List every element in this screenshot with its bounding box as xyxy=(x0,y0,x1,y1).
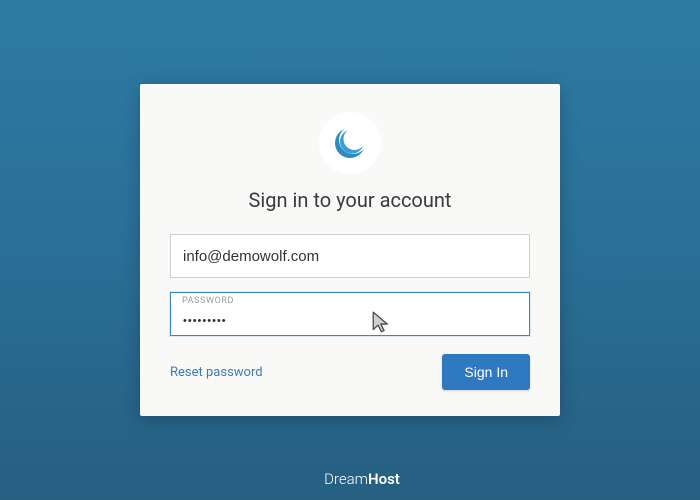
brand-name: DreamHost xyxy=(324,470,400,488)
actions-row: Reset password Sign In xyxy=(170,354,530,390)
signin-button[interactable]: Sign In xyxy=(442,354,530,390)
footer-brand: DreamHost xyxy=(0,470,700,488)
reset-password-link[interactable]: Reset password xyxy=(170,365,263,380)
crescent-icon xyxy=(332,125,368,161)
password-label: PASSWORD xyxy=(182,296,234,306)
page-title: Sign in to your account xyxy=(249,188,452,212)
brand-logo xyxy=(319,112,381,174)
crescent-icon xyxy=(300,470,318,488)
password-field-wrapper: PASSWORD xyxy=(170,292,530,336)
email-field-wrapper xyxy=(170,234,530,278)
email-input[interactable] xyxy=(170,234,530,278)
signin-card: Sign in to your account PASSWORD Reset p… xyxy=(140,84,560,416)
